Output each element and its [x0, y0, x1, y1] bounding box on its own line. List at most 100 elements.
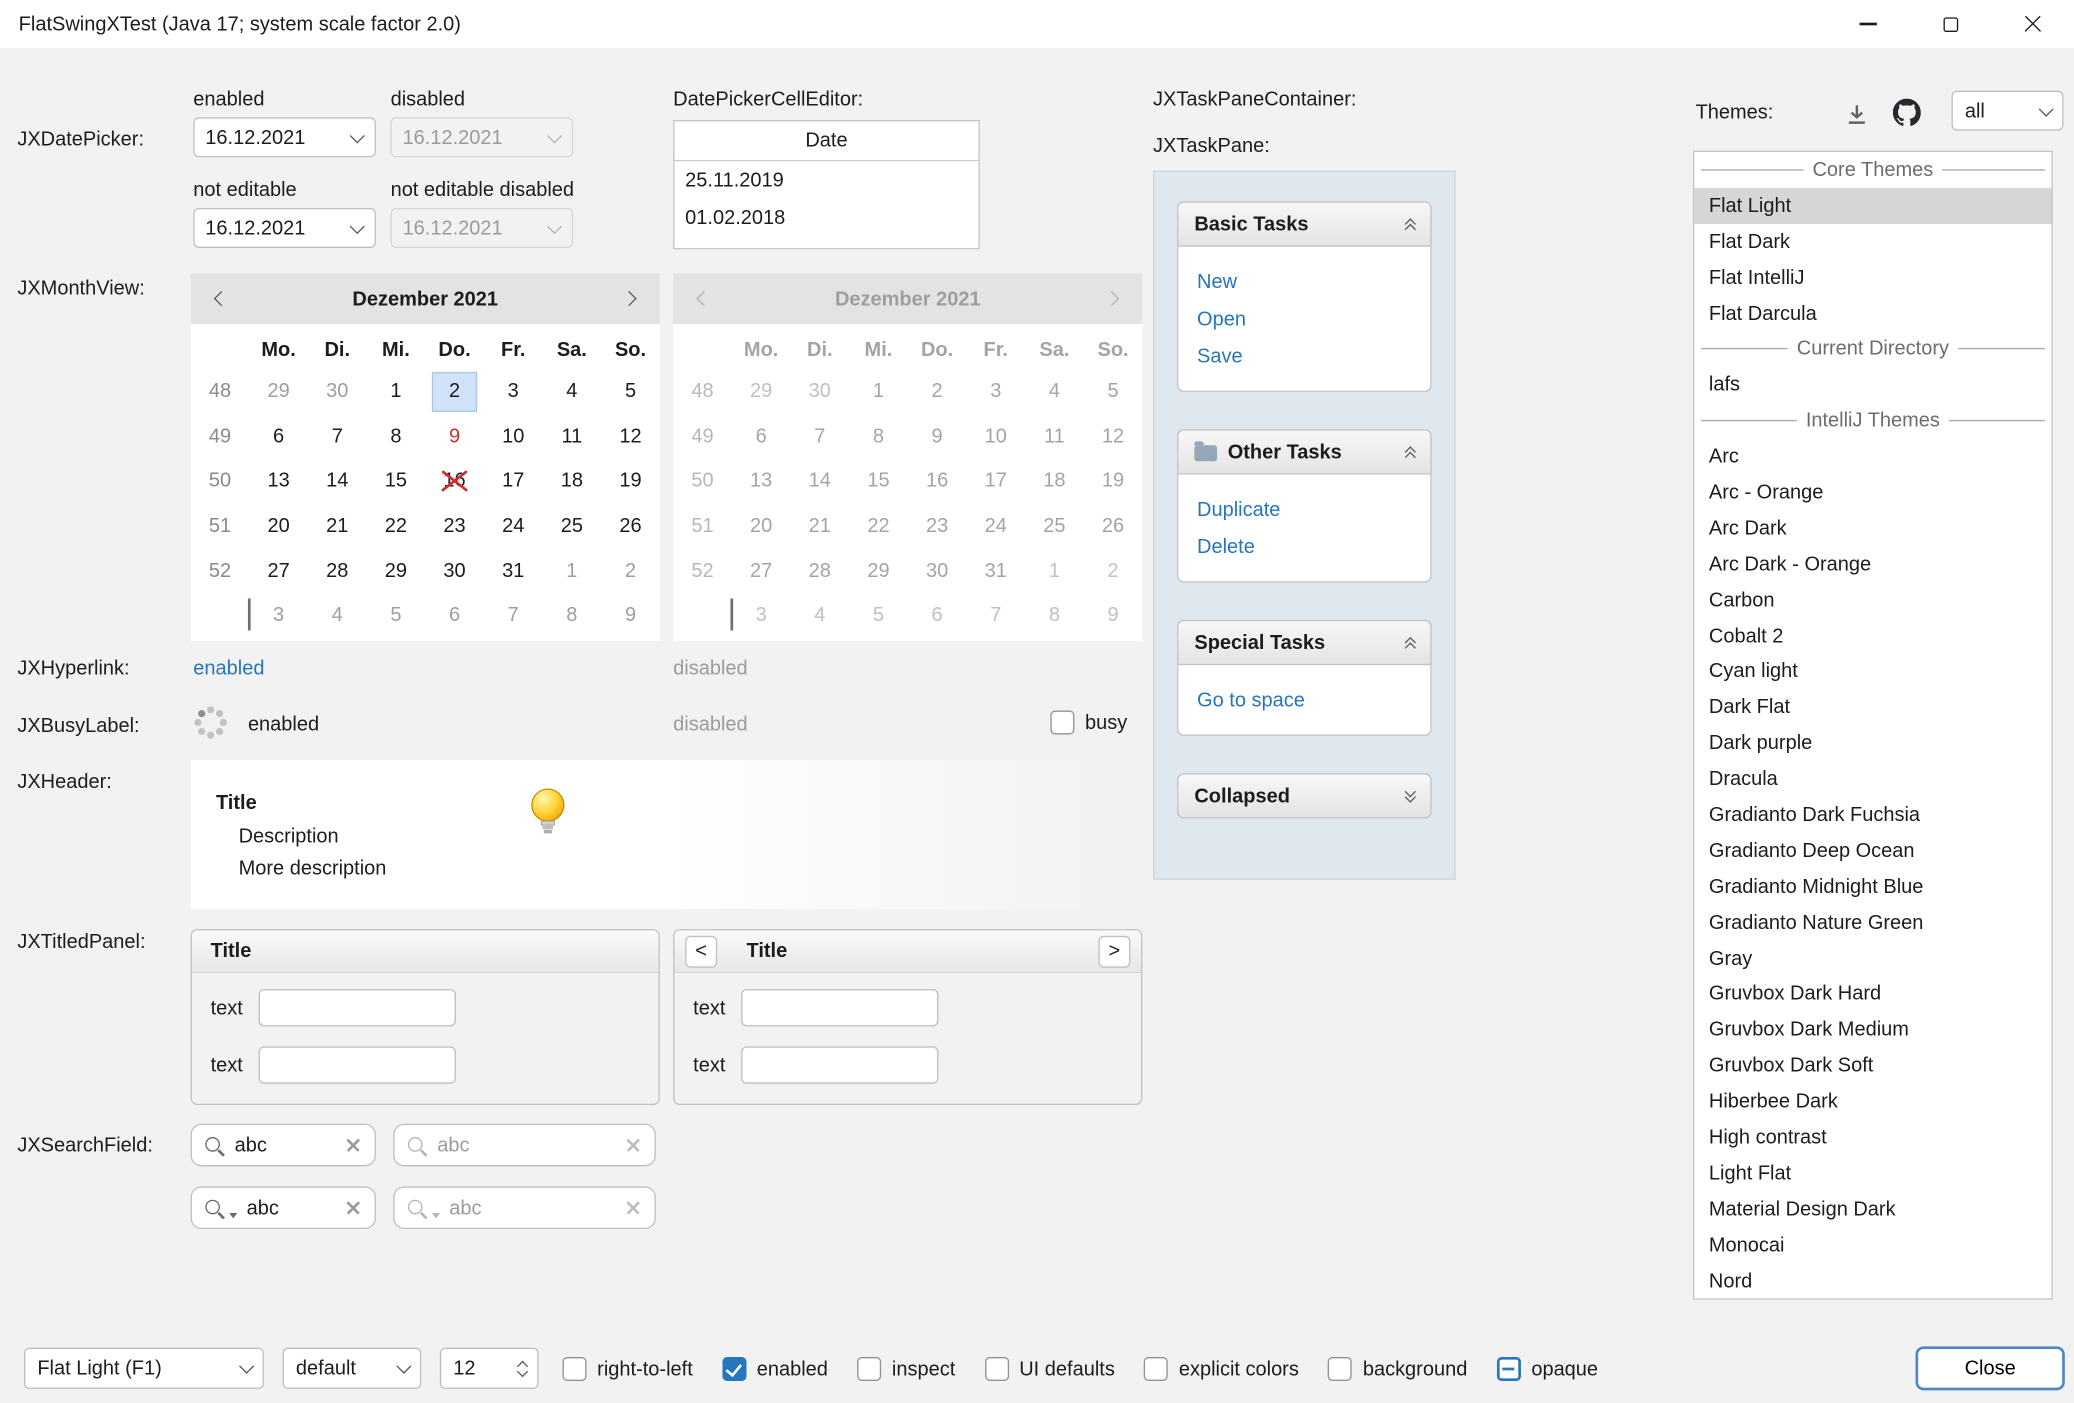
theme-item[interactable]: Arc Dark: [1694, 510, 2051, 546]
task-link[interactable]: Save: [1178, 337, 1430, 374]
theme-item[interactable]: Arc Dark - Orange: [1694, 546, 2051, 582]
theme-item[interactable]: High contrast: [1694, 1120, 2051, 1156]
task-link[interactable]: New: [1178, 263, 1430, 300]
theme-item[interactable]: Flat IntelliJ: [1694, 259, 2051, 295]
theme-item[interactable]: Flat Light: [1694, 188, 2051, 224]
collapse-icon[interactable]: [1406, 447, 1414, 456]
search-dropdown-icon[interactable]: [229, 1213, 237, 1218]
task-link[interactable]: Open: [1178, 300, 1430, 337]
day-cell[interactable]: 18: [543, 459, 602, 504]
monthview-enabled[interactable]: Dezember 2021Mo.Di.Mi.Do.Fr.Sa.So.482930…: [191, 273, 660, 641]
busy-checkbox[interactable]: busy: [1050, 710, 1127, 734]
day-cell[interactable]: 9: [425, 414, 484, 459]
theme-item[interactable]: Cobalt 2: [1694, 618, 2051, 654]
day-cell[interactable]: 7: [484, 593, 543, 638]
checkbox-box[interactable]: [985, 1357, 1009, 1381]
theme-item[interactable]: Dracula: [1694, 761, 2051, 797]
search-field-with-menu[interactable]: abc: [191, 1186, 376, 1229]
theme-item[interactable]: Gruvbox Dark Soft: [1694, 1048, 2051, 1084]
theme-item[interactable]: Flat Dark: [1694, 224, 2051, 260]
datepicker-enabled[interactable]: 16.12.2021: [193, 117, 376, 157]
theme-item[interactable]: Monocai: [1694, 1227, 2051, 1263]
day-cell[interactable]: 3: [484, 369, 543, 414]
day-cell[interactable]: 11: [543, 414, 602, 459]
day-cell[interactable]: 30: [425, 548, 484, 593]
day-cell[interactable]: 2: [432, 372, 477, 411]
day-cell[interactable]: 2: [601, 548, 660, 593]
day-cell[interactable]: 28: [308, 548, 367, 593]
day-cell[interactable]: 14: [308, 459, 367, 504]
day-cell[interactable]: 1: [543, 548, 602, 593]
maximize-button[interactable]: [1909, 0, 1992, 48]
day-cell[interactable]: 5: [601, 369, 660, 414]
task-pane-header[interactable]: Other Tasks: [1177, 429, 1432, 474]
minimize-button[interactable]: [1826, 0, 1909, 48]
themes-list[interactable]: Core ThemesFlat LightFlat DarkFlat Intel…: [1693, 151, 2053, 1300]
theme-item[interactable]: Gray: [1694, 941, 2051, 977]
close-button[interactable]: Close: [1916, 1346, 2065, 1390]
text-input[interactable]: [741, 1046, 938, 1083]
chevron-down-icon[interactable]: [340, 119, 375, 156]
checkbox-ui-defaults[interactable]: UI defaults: [985, 1357, 1115, 1381]
task-link[interactable]: Delete: [1178, 528, 1430, 565]
day-cell[interactable]: 26: [601, 504, 660, 549]
checkbox-enabled[interactable]: enabled: [722, 1357, 828, 1381]
next-button[interactable]: >: [1098, 935, 1130, 967]
day-cell[interactable]: 22: [367, 504, 426, 549]
download-button[interactable]: [1840, 97, 1875, 132]
day-cell[interactable]: 24: [484, 504, 543, 549]
checkbox-inspect[interactable]: inspect: [857, 1357, 955, 1381]
day-cell[interactable]: 21: [308, 504, 367, 549]
datepicker-not-editable[interactable]: 16.12.2021: [193, 208, 376, 248]
checkbox-box[interactable]: [1328, 1357, 1352, 1381]
theme-item[interactable]: Gradianto Dark Fuchsia: [1694, 797, 2051, 833]
day-cell[interactable]: 29: [249, 369, 308, 414]
day-cell[interactable]: 19: [601, 459, 660, 504]
search-value[interactable]: abc: [247, 1196, 279, 1219]
task-link[interactable]: Duplicate: [1178, 491, 1430, 528]
theme-item[interactable]: Gradianto Nature Green: [1694, 905, 2051, 941]
day-cell[interactable]: 4: [308, 593, 367, 638]
themes-filter-combo[interactable]: all: [1952, 91, 2064, 131]
day-cell[interactable]: 13: [249, 459, 308, 504]
day-cell[interactable]: 27: [249, 548, 308, 593]
datepicker-cell-editor-table[interactable]: Date 25.11.2019 01.02.2018: [673, 120, 980, 249]
theme-item[interactable]: lafs: [1694, 367, 2051, 403]
checkbox-box[interactable]: [722, 1357, 746, 1381]
next-month-button[interactable]: [604, 273, 655, 324]
task-link[interactable]: Go to space: [1178, 681, 1430, 718]
day-cell[interactable]: 9: [601, 593, 660, 638]
font-combo[interactable]: default: [283, 1348, 422, 1389]
task-pane-header[interactable]: Special Tasks: [1177, 620, 1432, 665]
day-cell[interactable]: 8: [543, 593, 602, 638]
checkbox-right-to-left[interactable]: right-to-left: [563, 1357, 693, 1381]
close-window-button[interactable]: [1992, 0, 2074, 48]
theme-item[interactable]: Gruvbox Dark Medium: [1694, 1012, 2051, 1048]
text-input[interactable]: [259, 989, 456, 1026]
day-cell[interactable]: 3: [249, 593, 308, 638]
checkbox-background[interactable]: background: [1328, 1357, 1467, 1381]
theme-item[interactable]: Dark purple: [1694, 725, 2051, 761]
theme-item[interactable]: Dark Flat: [1694, 690, 2051, 726]
text-input[interactable]: [741, 989, 938, 1026]
checkbox-box[interactable]: [563, 1357, 587, 1381]
day-cell[interactable]: 17: [484, 459, 543, 504]
collapse-icon[interactable]: [1406, 219, 1414, 228]
day-cell[interactable]: 20: [249, 504, 308, 549]
prev-button[interactable]: <: [685, 935, 717, 967]
font-size-spinner[interactable]: 12: [440, 1348, 539, 1389]
table-row[interactable]: 01.02.2018: [674, 199, 978, 236]
day-cell[interactable]: 6: [249, 414, 308, 459]
theme-item[interactable]: Cyan light: [1694, 654, 2051, 690]
day-cell[interactable]: 6: [425, 593, 484, 638]
checkbox-box[interactable]: [1144, 1357, 1168, 1381]
theme-item[interactable]: Gradianto Midnight Blue: [1694, 869, 2051, 905]
expand-icon[interactable]: [1406, 791, 1414, 800]
task-pane-header[interactable]: Basic Tasks: [1177, 201, 1432, 246]
search-field[interactable]: abc: [191, 1124, 376, 1167]
table-row[interactable]: 25.11.2019: [674, 161, 978, 198]
theme-item[interactable]: Material Design Dark: [1694, 1191, 2051, 1227]
hyperlink-enabled[interactable]: enabled: [193, 657, 264, 680]
checkbox-box[interactable]: [1050, 710, 1074, 734]
chevron-down-icon[interactable]: [340, 209, 375, 246]
